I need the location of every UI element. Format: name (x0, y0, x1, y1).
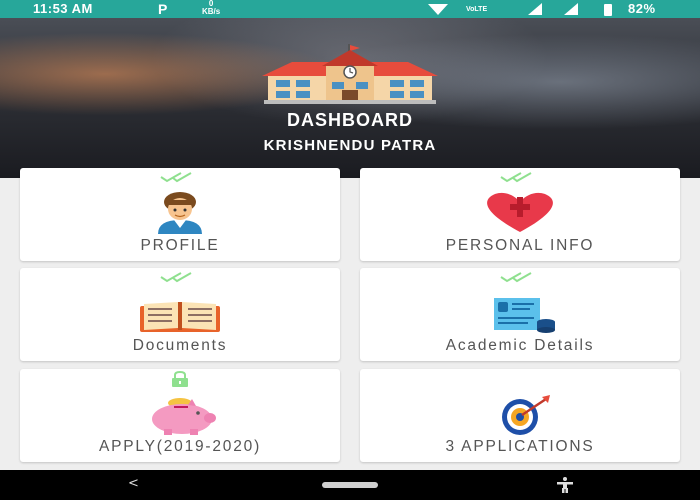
user-name: KRISHNENDU PATRA (263, 137, 437, 154)
card-label: PERSONAL INFO (445, 237, 595, 254)
card-label: APPLY(2019-2020) (98, 438, 262, 455)
academic-details-card[interactable]: Academic Details (360, 268, 680, 361)
piggy-bank-icon (152, 398, 216, 435)
academic-certificate-icon (494, 298, 555, 333)
check-icon (500, 172, 532, 183)
check-icon (160, 272, 192, 283)
profile-card[interactable]: PROFILE (20, 168, 340, 261)
app-notification-icon: P (158, 1, 168, 17)
apply-card[interactable]: APPLY(2019-2020) (20, 369, 340, 462)
documents-card[interactable]: Documents (20, 268, 340, 361)
target-icon (502, 395, 550, 435)
book-icon (140, 302, 220, 332)
back-button[interactable]: < (128, 476, 139, 491)
signal-icon (528, 3, 542, 15)
status-time: 11:53 AM (33, 1, 93, 16)
check-icon (500, 272, 532, 283)
accessibility-icon[interactable] (556, 477, 574, 493)
heart-icon (487, 192, 553, 232)
navigation-bar: < (0, 470, 700, 500)
battery-icon (604, 4, 612, 16)
status-bar: 11:53 AM P 0 KB/s VoLTE 82% (0, 0, 700, 18)
card-label: PROFILE (140, 237, 220, 254)
network-speed-unit: KB/s (202, 7, 221, 16)
status-icons: VoLTE (428, 3, 612, 16)
school-building-icon (262, 44, 438, 104)
check-icon (160, 172, 192, 183)
card-label: Academic Details (445, 337, 595, 354)
volte-icon: VoLTE (466, 6, 487, 13)
wifi-icon (428, 4, 448, 15)
home-button[interactable] (322, 482, 378, 488)
lock-icon (172, 371, 188, 387)
network-speed: 0 KB/s (202, 0, 220, 16)
page-title: DASHBOARD (287, 110, 413, 130)
applications-card[interactable]: 3 APPLICATIONS (360, 369, 680, 462)
card-label: Documents (132, 337, 228, 354)
signal-icon-2 (564, 3, 578, 15)
personal-info-card[interactable]: PERSONAL INFO (360, 168, 680, 261)
battery-percentage: 82% (628, 1, 656, 16)
card-label: 3 APPLICATIONS (445, 438, 595, 455)
dashboard-header: DASHBOARD KRISHNENDU PATRA (0, 18, 700, 178)
profile-avatar-icon (158, 192, 202, 234)
